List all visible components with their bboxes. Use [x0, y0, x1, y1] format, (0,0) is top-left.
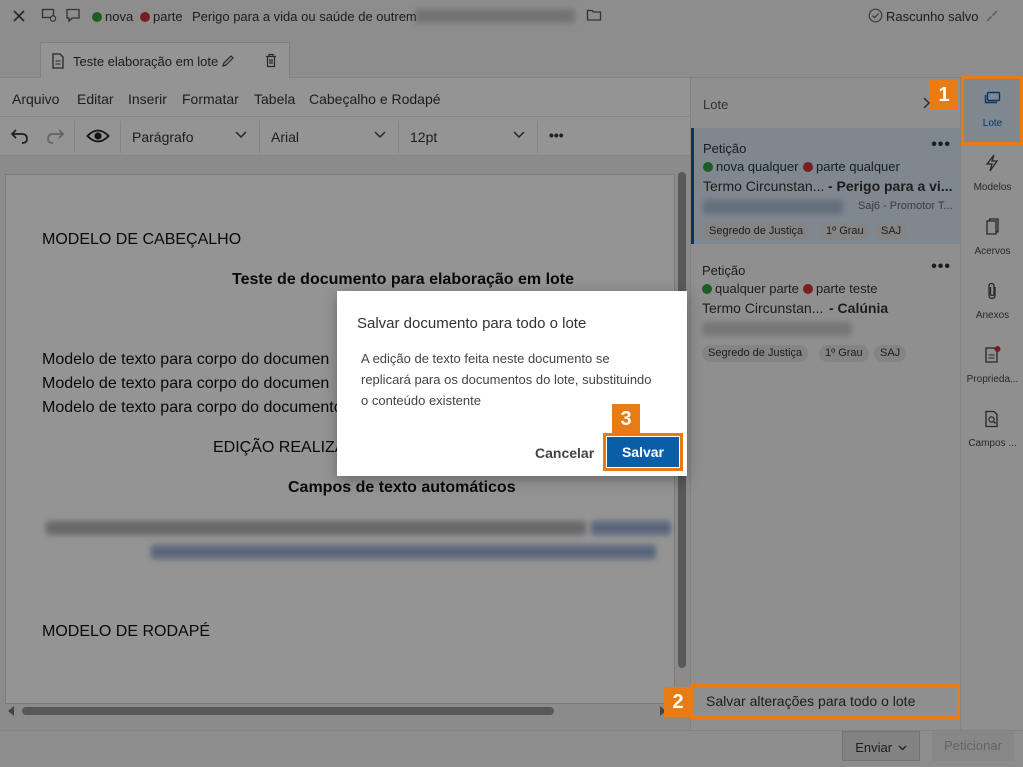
callout-2-badge: 2 [664, 687, 692, 717]
save-lote-dialog: Salvar documento para todo o lote A ediç… [337, 291, 687, 476]
callout-3-badge: 3 [612, 404, 640, 434]
cancel-button[interactable]: Cancelar [535, 445, 594, 461]
dialog-title: Salvar documento para todo o lote [357, 315, 587, 332]
callout-2-highlight [690, 684, 960, 719]
callout-1-highlight [961, 76, 1023, 145]
dialog-message: A edição de texto feita neste documento … [361, 351, 652, 408]
callout-1-badge: 1 [930, 80, 958, 110]
callout-3-highlight [603, 433, 683, 471]
